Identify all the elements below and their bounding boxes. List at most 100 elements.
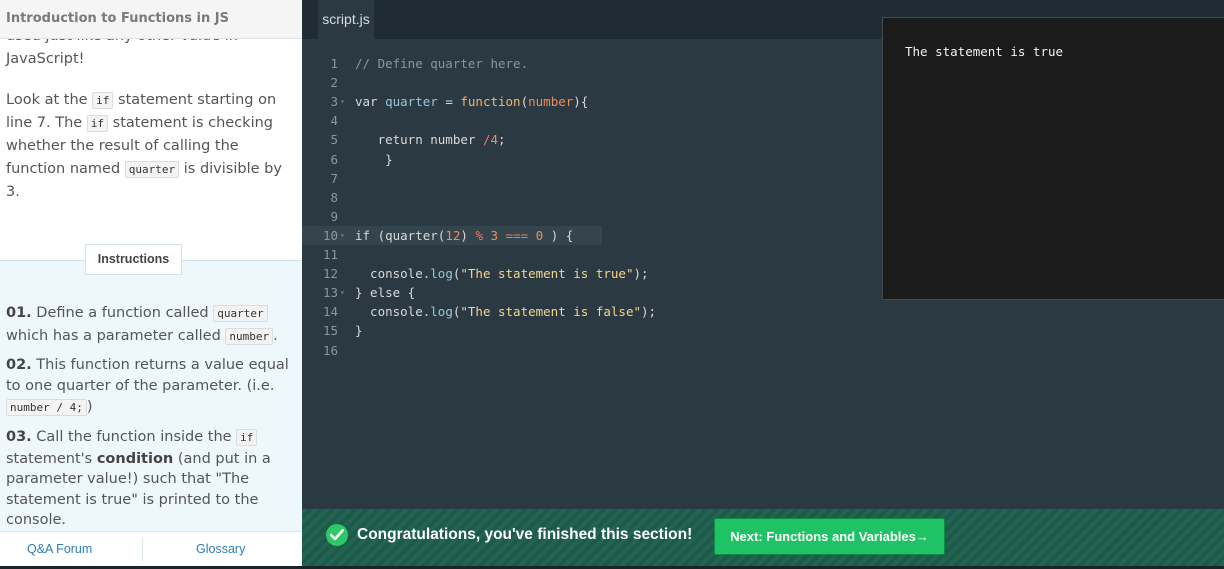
code-token: // Define quarter here. — [355, 56, 529, 71]
code-token: log — [430, 266, 453, 282]
qa-forum-link[interactable]: Q&A Forum — [27, 542, 92, 556]
lesson-header: Introduction to Functions in JS — [0, 0, 302, 39]
code-token: function — [460, 94, 521, 110]
code-text: console.log("The statement is true"); — [355, 264, 649, 283]
code-line[interactable]: 6 } — [302, 150, 882, 169]
line-number: 14 — [322, 304, 338, 320]
code-token: 12 — [445, 227, 461, 243]
code-line[interactable]: 1 // Define quarter here. — [302, 54, 882, 73]
line-number: 6 — [330, 151, 338, 167]
lesson-content: used just like any other value in JavaSc… — [0, 28, 302, 261]
inline-code: number / 4; — [6, 399, 87, 416]
code-token: ; — [498, 132, 506, 148]
inline-code: quarter — [124, 161, 180, 178]
code-line[interactable]: 9 — [302, 207, 882, 226]
lesson-title: Introduction to Functions in JS — [6, 11, 229, 26]
line-number: 2 — [330, 75, 338, 91]
code-line[interactable]: 14 console.log("The statement is false")… — [302, 302, 882, 321]
code-text: console.log("The statement is false"); — [355, 302, 656, 321]
fold-arrow-icon[interactable]: ▾ — [340, 226, 345, 245]
code-token: ) { — [543, 227, 574, 243]
instruction-step: 03. Call the function inside the if stat… — [6, 427, 296, 531]
code-token: if (quarter( — [355, 227, 446, 243]
code-line[interactable]: 5 return number /4; — [302, 130, 882, 149]
code-token: % — [475, 227, 483, 243]
code-token: === — [505, 227, 529, 243]
code-line[interactable]: 3 ▾ var quarter = function(number){ — [302, 92, 882, 111]
fold-arrow-icon[interactable]: ▾ — [340, 283, 345, 302]
step-number: 03. — [6, 429, 32, 445]
code-line[interactable]: 13 ▾ } else { — [302, 283, 882, 302]
line-number: 11 — [322, 247, 338, 262]
code-text: if (quarter(12) % 3 === 0 ) { — [355, 226, 573, 245]
line-number: 13 — [322, 285, 338, 301]
code-line[interactable]: 2 — [302, 73, 882, 92]
console-output: The statement is true — [905, 44, 1064, 59]
line-number: 7 — [330, 170, 338, 186]
line-number: 8 — [330, 189, 338, 205]
congrats-message: Congratulations, you've finished this se… — [357, 526, 693, 543]
code-text: } else { — [355, 283, 415, 302]
next-section-button[interactable]: Next: Functions and Variables→ — [714, 518, 945, 555]
congrats-banner: Congratulations, you've finished this se… — [302, 509, 1224, 566]
line-number: 15 — [322, 323, 338, 339]
code-line[interactable]: 16 — [302, 341, 882, 360]
instruction-step: 01. Define a function called quarter whi… — [6, 302, 296, 348]
code-line[interactable]: 4 — [302, 111, 882, 130]
line-number: 5 — [330, 132, 338, 148]
inline-code: number — [225, 328, 274, 345]
code-text: // Define quarter here. — [355, 54, 528, 73]
code-token: quarter — [385, 94, 438, 110]
code-line[interactable]: 10 ▾ if (quarter(12) % 3 === 0 ) { — [302, 225, 602, 245]
step-text: Call the function inside the — [31, 429, 237, 445]
line-number: 16 — [322, 342, 338, 358]
code-token: } — [355, 151, 393, 167]
code-line[interactable]: 8 — [302, 188, 882, 207]
lesson-paragraph: Look at the if statement starting on lin… — [6, 89, 296, 204]
code-token: number — [528, 94, 574, 110]
code-token: ); — [633, 266, 649, 282]
console-panel: The statement is true — [882, 17, 1224, 300]
code-line[interactable]: 7 — [302, 169, 882, 188]
lesson-panel: used just like any other value in JavaSc… — [0, 0, 302, 566]
code-text: } — [355, 150, 393, 169]
code-line[interactable]: 12 console.log("The statement is true"); — [302, 264, 882, 283]
code-token: log — [430, 304, 453, 320]
instructions-section: Instructions 01. Define a function calle… — [0, 244, 302, 531]
line-number: 9 — [330, 208, 338, 224]
step-number: 02. — [6, 357, 32, 373]
file-tab-script-js[interactable]: script.js — [318, 0, 374, 39]
step-number: 01. — [6, 305, 32, 321]
fold-arrow-icon[interactable]: ▾ — [340, 92, 345, 111]
inline-code: quarter — [213, 305, 268, 322]
code-token: ( — [520, 94, 529, 110]
step-text: statement's — [6, 450, 97, 467]
code-token: } — [355, 323, 363, 339]
code-token: "The statement is true" — [460, 266, 634, 282]
line-number: 12 — [322, 266, 338, 282]
code-token: ){ — [573, 94, 589, 110]
step-bold: condition — [96, 450, 174, 467]
code-text: var quarter = function(number){ — [355, 92, 588, 111]
code-text: } — [355, 321, 363, 340]
step-text: This function returns a value equal to o… — [6, 357, 289, 394]
instructions-tab: Instructions — [85, 244, 182, 275]
code-token: ) — [460, 227, 476, 243]
line-number: 3 — [330, 94, 338, 110]
code-token: 4 — [490, 132, 498, 148]
step-text: Define a function called — [31, 305, 214, 321]
code-token: = — [437, 94, 461, 110]
check-circle-icon — [326, 524, 348, 546]
code-token: return number — [355, 132, 483, 148]
code-token: "The statement is false" — [460, 304, 641, 320]
code-token: 3 — [490, 227, 499, 243]
code-line[interactable]: 11 — [302, 245, 882, 264]
glossary-link[interactable]: Glossary — [196, 542, 245, 556]
footer-divider — [142, 537, 143, 561]
inline-code: if — [236, 429, 258, 446]
step-text: ) — [86, 399, 93, 415]
inline-code: if — [92, 92, 114, 109]
code-line[interactable]: 15} — [302, 321, 882, 340]
